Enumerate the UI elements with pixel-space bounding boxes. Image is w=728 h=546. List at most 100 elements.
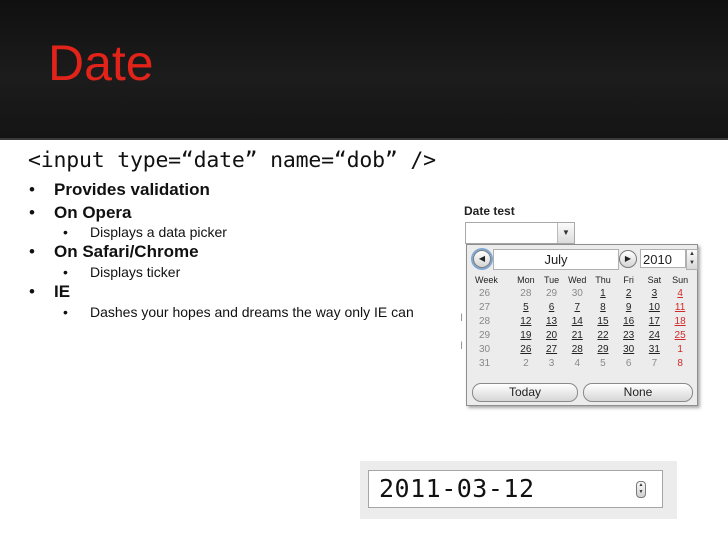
opera-date-picker-screenshot: Date test ▼ I I ◀ July ▶ 2010 ▲ ▼ Week Mo… (458, 200, 704, 410)
day-cell[interactable]: 19 (513, 328, 539, 342)
calendar-week-row: 27 5 6 7 8 9 10 11 (471, 300, 693, 314)
day-cell[interactable]: 1 (667, 342, 693, 356)
spinner-icon[interactable]: ▲ ▼ (636, 481, 646, 498)
day-cell[interactable]: 25 (667, 328, 693, 342)
calendar-week-row: 29 19 20 21 22 23 24 25 (471, 328, 693, 342)
bullet-dot: • (63, 264, 68, 280)
safari-ticker-screenshot: 2011-03-12 ▲ ▼ (360, 461, 677, 519)
calendar-week-row: 30 26 27 28 29 30 31 1 (471, 342, 693, 356)
day-cell[interactable]: 28 (564, 342, 590, 356)
day-cell[interactable]: 27 (539, 342, 565, 356)
week-number: 28 (479, 315, 491, 327)
day-cell[interactable]: 3 (539, 356, 565, 370)
bullet-text: On Safari/Chrome (54, 242, 199, 261)
year-spinner[interactable]: ▲ ▼ (686, 249, 698, 270)
day-cell[interactable]: 4 (564, 356, 590, 370)
day-header: Fri (623, 274, 634, 285)
day-cell[interactable]: 20 (539, 328, 565, 342)
bullet-dot: • (29, 180, 35, 199)
calendar-grid: Week Mon Tue Wed Thu Fri Sat Sun 26 28 2… (471, 273, 693, 370)
day-cell[interactable]: 9 (616, 300, 642, 314)
day-cell[interactable]: 10 (642, 300, 668, 314)
code-snippet: <input type=“date” name=“dob” /> (28, 148, 436, 173)
day-cell[interactable]: 6 (539, 300, 565, 314)
day-cell[interactable]: 26 (513, 342, 539, 356)
bullet-dot: • (29, 242, 35, 261)
day-cell[interactable]: 7 (642, 356, 668, 370)
day-cell[interactable]: 24 (642, 328, 668, 342)
day-cell[interactable]: 31 (642, 342, 668, 356)
day-header: Sat (647, 274, 662, 285)
underlying-field-edge: I (460, 312, 464, 324)
day-cell[interactable]: 7 (564, 300, 590, 314)
bullet-dot: • (63, 304, 68, 320)
none-button[interactable]: None (583, 383, 693, 402)
spin-down-icon[interactable]: ▼ (689, 260, 695, 266)
underlying-field-edge: I (460, 340, 464, 352)
day-cell[interactable]: 4 (667, 286, 693, 300)
month-select[interactable]: July (493, 249, 619, 270)
day-header: Mon (517, 274, 535, 285)
day-cell[interactable]: 2 (616, 286, 642, 300)
week-header: Week (475, 274, 498, 285)
day-cell[interactable]: 23 (616, 328, 642, 342)
slide-title: Date (48, 35, 154, 91)
day-cell[interactable]: 29 (590, 342, 616, 356)
date-input[interactable]: ▼ (465, 222, 575, 244)
day-header: Sun (672, 274, 689, 285)
day-cell[interactable]: 22 (590, 328, 616, 342)
day-cell[interactable]: 30 (564, 286, 590, 300)
day-cell[interactable]: 18 (667, 314, 693, 328)
day-header: Thu (595, 274, 611, 285)
day-cell[interactable]: 8 (667, 356, 693, 370)
day-cell[interactable]: 21 (564, 328, 590, 342)
day-header: Wed (568, 274, 587, 285)
day-cell[interactable]: 1 (590, 286, 616, 300)
week-number: 29 (479, 329, 491, 341)
day-cell[interactable]: 16 (616, 314, 642, 328)
bullet-text: Dashes your hopes and dreams the way onl… (90, 304, 414, 320)
day-cell[interactable]: 13 (539, 314, 565, 328)
bullet-text: Provides validation (54, 180, 210, 199)
bullet-dot: • (29, 203, 35, 222)
date-test-label: Date test (464, 204, 515, 218)
calendar-popup: ◀ July ▶ 2010 ▲ ▼ Week Mon Tue Wed Thu Fr… (466, 244, 698, 406)
week-number: 31 (479, 357, 491, 369)
week-number: 26 (479, 287, 491, 299)
year-field[interactable]: 2010 (640, 249, 686, 268)
dropdown-arrow-icon[interactable]: ▼ (557, 223, 574, 243)
calendar-week-row: 26 28 29 30 1 2 3 4 (471, 286, 693, 300)
day-cell[interactable]: 29 (539, 286, 565, 300)
date-ticker-input[interactable]: 2011-03-12 ▲ ▼ (368, 470, 663, 508)
calendar-week-row: 28 12 13 14 15 16 17 18 (471, 314, 693, 328)
day-cell[interactable]: 2 (513, 356, 539, 370)
day-cell[interactable]: 6 (616, 356, 642, 370)
day-cell[interactable]: 12 (513, 314, 539, 328)
day-cell[interactable]: 8 (590, 300, 616, 314)
today-button[interactable]: Today (472, 383, 578, 402)
week-number: 30 (479, 343, 491, 355)
day-cell[interactable]: 5 (590, 356, 616, 370)
week-number: 27 (479, 301, 491, 313)
day-cell[interactable]: 30 (616, 342, 642, 356)
date-value[interactable]: 2011-03-12 (379, 475, 535, 503)
subbullet-ie-hopes: • Dashes your hopes and dreams the way on… (63, 304, 414, 320)
calendar-week-row: 31 2 3 4 5 6 7 8 (471, 356, 693, 370)
day-cell[interactable]: 14 (564, 314, 590, 328)
bullet-dot: • (63, 224, 68, 240)
bullet-text: Displays ticker (90, 264, 181, 280)
next-month-button[interactable]: ▶ (619, 250, 637, 268)
prev-month-button[interactable]: ◀ (473, 250, 491, 268)
day-cell[interactable]: 17 (642, 314, 668, 328)
bullet-provides-validation: • Provides validation (29, 180, 210, 200)
day-cell[interactable]: 28 (513, 286, 539, 300)
calendar-header-row: Week Mon Tue Wed Thu Fri Sat Sun (471, 273, 693, 286)
bullet-text: Displays a data picker (90, 224, 227, 240)
day-header: Tue (543, 274, 560, 285)
day-cell[interactable]: 5 (513, 300, 539, 314)
day-cell[interactable]: 15 (590, 314, 616, 328)
title-band: Date (0, 0, 728, 140)
day-cell[interactable]: 11 (667, 300, 693, 314)
day-cell[interactable]: 3 (642, 286, 668, 300)
spin-up-icon[interactable]: ▲ (689, 251, 695, 257)
